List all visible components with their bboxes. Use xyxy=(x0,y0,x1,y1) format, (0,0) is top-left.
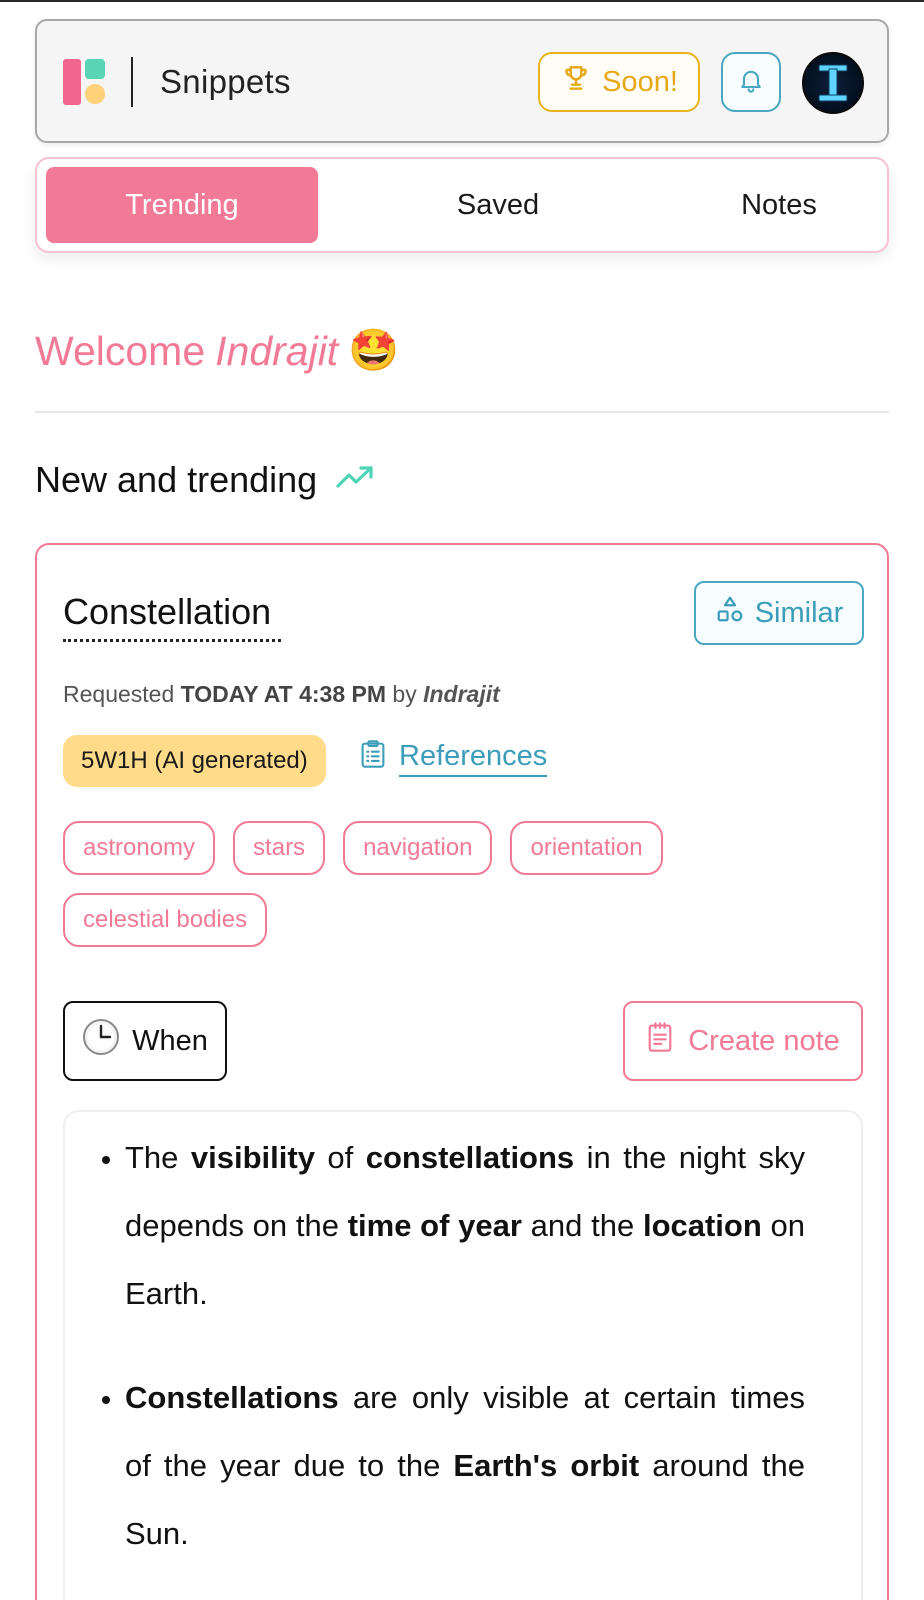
bullet-emphasis: visibility xyxy=(190,1140,315,1175)
when-label: When xyxy=(132,1024,208,1057)
meta-requested-label: Requested xyxy=(63,681,175,707)
answer-content: The visibility of constellations in the … xyxy=(63,1110,863,1600)
bullet-text: The xyxy=(125,1140,191,1175)
welcome-divider xyxy=(35,411,889,413)
bullet-emphasis: Earth's orbit xyxy=(453,1448,640,1483)
welcome-username: Indrajit xyxy=(215,327,339,374)
similar-label: Similar xyxy=(754,596,844,629)
rewards-soon-button[interactable]: Soon! xyxy=(538,52,700,112)
top-border xyxy=(0,0,924,2)
avatar-letter-icon xyxy=(818,64,848,102)
star-struck-emoji: 🤩 xyxy=(348,327,400,373)
main-tabs: Trending Saved Notes xyxy=(35,157,889,253)
bullet-text: and the xyxy=(521,1208,643,1243)
user-avatar[interactable] xyxy=(802,52,864,114)
clipboard-list-icon xyxy=(359,739,387,777)
trophy-icon xyxy=(560,62,592,102)
tag-chip[interactable]: orientation xyxy=(510,821,663,875)
references-label: References xyxy=(399,740,548,777)
tag-chip[interactable]: celestial bodies xyxy=(63,893,268,947)
bell-icon xyxy=(737,66,765,99)
tag-chip[interactable]: navigation xyxy=(343,821,493,875)
clock-icon xyxy=(82,1018,120,1064)
answer-bullets: The visibility of constellations in the … xyxy=(125,1124,805,1600)
shapes-icon xyxy=(715,594,745,632)
section-title-text: New and trending xyxy=(35,459,318,500)
similar-button[interactable]: Similar xyxy=(694,581,864,645)
ai-generated-badge: 5W1H (AI generated) xyxy=(63,735,326,787)
app-logo xyxy=(63,59,107,105)
snippet-title[interactable]: Constellation xyxy=(63,591,281,642)
bullet-emphasis: location xyxy=(642,1208,762,1243)
welcome-prefix: Welcome xyxy=(35,327,206,374)
tab-notes[interactable]: Notes xyxy=(643,167,915,243)
meta-timestamp: TODAY AT 4:38 PM xyxy=(180,681,387,707)
tab-trending[interactable]: Trending xyxy=(46,167,318,243)
meta-by-label: by xyxy=(392,681,417,707)
tab-saved[interactable]: Saved xyxy=(362,167,634,243)
snippet-card: Constellation Similar Requested TODAY AT… xyxy=(35,543,889,1600)
request-meta: Requested TODAY AT 4:38 PM by Indrajit xyxy=(63,681,500,708)
welcome-heading: Welcome Indrajit 🤩 xyxy=(35,327,399,375)
notepad-icon xyxy=(646,1021,674,1061)
app-header: Snippets Soon! xyxy=(35,19,889,143)
bullet-emphasis: Constellations xyxy=(125,1380,339,1415)
create-note-label: Create note xyxy=(688,1024,840,1057)
tag-list: astronomy stars navigation orientation c… xyxy=(63,821,843,947)
tag-chip[interactable]: stars xyxy=(233,821,326,875)
trending-up-icon xyxy=(335,459,377,501)
section-title: New and trending xyxy=(35,459,377,501)
bullet-emphasis: time of year xyxy=(347,1208,522,1243)
tag-chip[interactable]: astronomy xyxy=(63,821,216,875)
meta-user: Indrajit xyxy=(423,681,500,707)
create-note-button[interactable]: Create note xyxy=(623,1001,863,1081)
when-button[interactable]: When xyxy=(63,1001,227,1081)
answer-bullet-item: Constellations are only visible at certa… xyxy=(125,1364,805,1568)
answer-bullet-item: The visibility of constellations in the … xyxy=(125,1124,805,1328)
app-title: Snippets xyxy=(160,63,291,100)
references-link[interactable]: References xyxy=(359,739,548,777)
bullet-text: of xyxy=(314,1140,366,1175)
bullet-emphasis: constellations xyxy=(365,1140,575,1175)
header-divider xyxy=(131,57,133,107)
soon-label: Soon! xyxy=(602,65,678,98)
notifications-button[interactable] xyxy=(721,52,781,112)
